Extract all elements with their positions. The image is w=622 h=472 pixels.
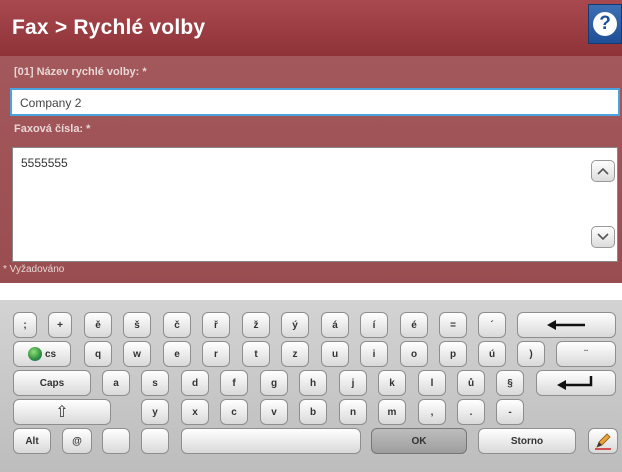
pencil-icon xyxy=(595,433,611,450)
key-comma[interactable]: , xyxy=(418,399,446,425)
key-q[interactable]: q xyxy=(84,341,112,367)
help-button[interactable]: ? xyxy=(588,4,622,44)
key-blank-1[interactable] xyxy=(102,428,130,454)
key-r-caron[interactable]: ř xyxy=(202,312,230,338)
key-e[interactable]: e xyxy=(163,341,191,367)
scroll-up-button[interactable] xyxy=(591,160,615,182)
globe-icon xyxy=(27,347,42,361)
key-w[interactable]: w xyxy=(123,341,151,367)
shift-key[interactable]: ⇧ xyxy=(13,399,111,425)
key-b[interactable]: b xyxy=(299,399,327,425)
key-i[interactable]: i xyxy=(360,341,388,367)
key-z[interactable]: z xyxy=(281,341,309,367)
page-title: Fax > Rychlé volby xyxy=(12,16,206,39)
key-semicolon[interactable]: ; xyxy=(13,312,37,338)
fax-numbers-box[interactable]: 5555555 xyxy=(12,147,618,262)
key-e-acute[interactable]: é xyxy=(400,312,428,338)
speed-dial-name-input[interactable] xyxy=(18,93,602,113)
key-e-caron[interactable]: ě xyxy=(84,312,112,338)
key-u[interactable]: u xyxy=(321,341,349,367)
key-hyphen[interactable]: - xyxy=(496,399,524,425)
key-u-ring[interactable]: ů xyxy=(457,370,485,396)
enter-key[interactable] xyxy=(536,370,616,396)
scroll-down-button[interactable] xyxy=(591,226,615,248)
at-key[interactable]: @ xyxy=(62,428,92,454)
key-i-acute[interactable]: í xyxy=(360,312,388,338)
key-y-acute[interactable]: ý xyxy=(281,312,309,338)
key-blank-2[interactable] xyxy=(141,428,169,454)
key-y[interactable]: y xyxy=(141,399,169,425)
language-code: cs xyxy=(44,348,57,360)
backspace-arrow-icon xyxy=(546,320,585,330)
chevron-up-icon xyxy=(597,167,609,175)
ok-button[interactable]: OK xyxy=(371,428,467,454)
key-right-paren[interactable]: ) xyxy=(517,341,545,367)
key-plus[interactable]: + xyxy=(48,312,72,338)
key-p[interactable]: p xyxy=(439,341,467,367)
numbers-label: Faxová čísla: * xyxy=(14,123,91,135)
key-x[interactable]: x xyxy=(181,399,209,425)
edit-button[interactable] xyxy=(588,428,618,454)
key-m[interactable]: m xyxy=(378,399,406,425)
name-label: [01] Název rychlé volby: * xyxy=(14,66,147,78)
required-note: * Vyžadováno xyxy=(3,264,65,275)
space-key[interactable] xyxy=(181,428,361,454)
caps-key[interactable]: Caps xyxy=(13,370,91,396)
key-diaeresis[interactable]: ¨ xyxy=(556,341,616,367)
title-bar: Fax > Rychlé volby xyxy=(0,0,622,56)
enter-arrow-icon xyxy=(557,376,593,390)
language-key[interactable]: cs xyxy=(13,341,71,367)
key-period[interactable]: . xyxy=(457,399,485,425)
key-j[interactable]: j xyxy=(339,370,367,396)
key-s-caron[interactable]: š xyxy=(123,312,151,338)
key-d[interactable]: d xyxy=(181,370,209,396)
key-s[interactable]: s xyxy=(141,370,169,396)
alt-key[interactable]: Alt xyxy=(13,428,51,454)
key-section[interactable]: § xyxy=(496,370,524,396)
key-l[interactable]: l xyxy=(418,370,446,396)
key-r[interactable]: r xyxy=(202,341,230,367)
backspace-key[interactable] xyxy=(517,312,616,338)
key-g[interactable]: g xyxy=(260,370,288,396)
key-v[interactable]: v xyxy=(260,399,288,425)
shift-arrow-icon: ⇧ xyxy=(55,404,69,421)
key-t[interactable]: t xyxy=(242,341,270,367)
key-c[interactable]: c xyxy=(220,399,248,425)
onscreen-keyboard: ; + ě š č ř ž ý á í é = ´ cs q w e r t z… xyxy=(0,300,622,472)
key-f[interactable]: f xyxy=(220,370,248,396)
key-n[interactable]: n xyxy=(339,399,367,425)
speed-dial-name-field[interactable] xyxy=(10,88,620,116)
key-a-acute[interactable]: á xyxy=(321,312,349,338)
key-k[interactable]: k xyxy=(378,370,406,396)
key-u-acute[interactable]: ú xyxy=(478,341,506,367)
key-acute-accent[interactable]: ´ xyxy=(478,312,506,338)
key-z-caron[interactable]: ž xyxy=(242,312,270,338)
help-icon: ? xyxy=(593,12,617,36)
key-equals[interactable]: = xyxy=(439,312,467,338)
key-h[interactable]: h xyxy=(299,370,327,396)
chevron-down-icon xyxy=(597,233,609,241)
fax-number-value: 5555555 xyxy=(21,156,68,170)
cancel-button[interactable]: Storno xyxy=(478,428,576,454)
key-o[interactable]: o xyxy=(400,341,428,367)
key-c-caron[interactable]: č xyxy=(163,312,191,338)
key-a[interactable]: a xyxy=(102,370,130,396)
